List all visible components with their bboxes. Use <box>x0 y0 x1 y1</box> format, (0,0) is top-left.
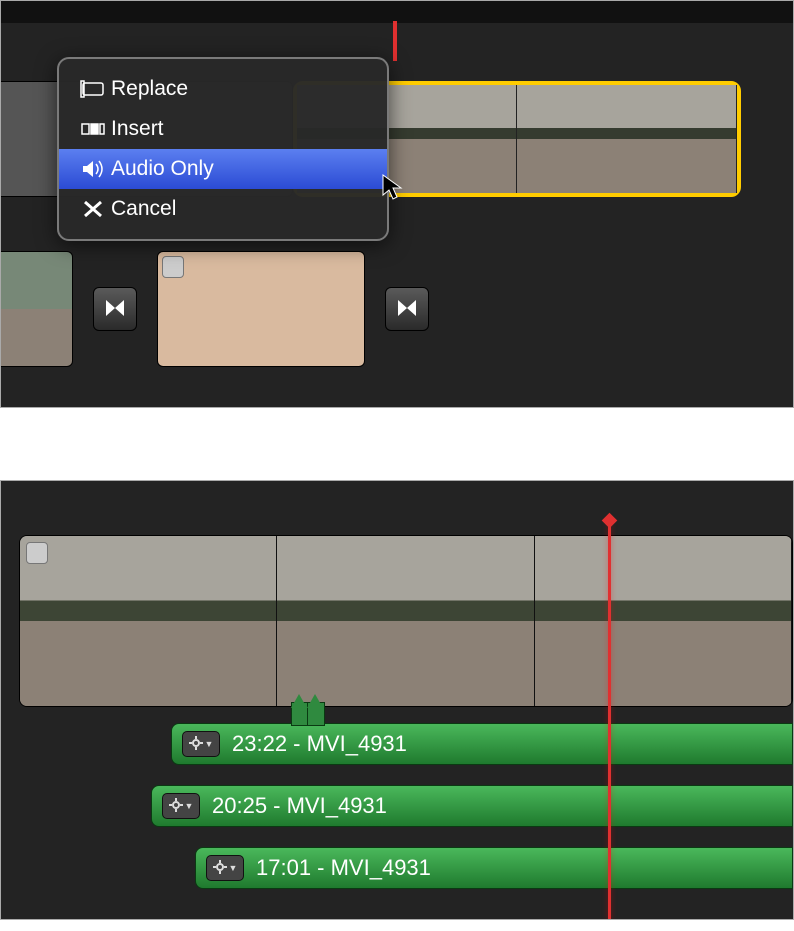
clip-action-menu-button[interactable]: ▼ <box>162 793 200 819</box>
transition-button[interactable] <box>93 287 137 331</box>
menu-item-audio-only[interactable]: Audio Only <box>59 149 387 189</box>
playhead-indicator[interactable] <box>608 521 611 920</box>
video-clip-strip[interactable] <box>19 535 793 707</box>
audio-track[interactable]: ▼ 17:01 - MVI_4931 <box>195 844 793 892</box>
menu-item-cancel[interactable]: Cancel <box>59 189 387 229</box>
gear-icon <box>213 860 227 877</box>
speaker-icon <box>75 158 111 180</box>
clip-pin-badge <box>26 542 48 564</box>
menu-item-replace[interactable]: Replace <box>59 69 387 109</box>
audio-clip-label: 23:22 - MVI_4931 <box>232 731 407 757</box>
filmstrip-top-edge <box>0 0 794 23</box>
gear-icon <box>189 736 203 753</box>
audio-clip-bar[interactable]: ▼ 23:22 - MVI_4931 <box>171 723 793 765</box>
transition-icon <box>395 296 419 323</box>
dropdown-triangle-icon: ▼ <box>185 801 194 811</box>
menu-item-label: Replace <box>111 77 371 101</box>
audio-tracks-container: ▼ 23:22 - MVI_4931 ▼ 20:25 - MVI_4931 <box>171 706 793 892</box>
clip-pin-badge <box>162 256 184 278</box>
clip-action-menu-button[interactable]: ▼ <box>206 855 244 881</box>
audio-clip-bar[interactable]: ▼ 20:25 - MVI_4931 <box>151 785 793 827</box>
audio-clip-label: 17:01 - MVI_4931 <box>256 855 431 881</box>
menu-item-label: Audio Only <box>111 157 371 181</box>
video-clip-thumb[interactable] <box>157 251 365 367</box>
video-frame-thumb <box>20 536 277 706</box>
dropdown-triangle-icon: ▼ <box>205 739 214 749</box>
transition-button[interactable] <box>385 287 429 331</box>
menu-item-insert[interactable]: Insert <box>59 109 387 149</box>
transition-icon <box>103 296 127 323</box>
menu-item-label: Insert <box>111 117 371 141</box>
menu-item-label: Cancel <box>111 197 371 221</box>
audio-clip-bar[interactable]: ▼ 17:01 - MVI_4931 <box>195 847 793 889</box>
clip-action-menu-button[interactable]: ▼ <box>182 731 220 757</box>
video-frame-thumb <box>535 536 792 706</box>
video-clip-thumb[interactable] <box>0 251 73 367</box>
audio-track[interactable]: ▼ 20:25 - MVI_4931 <box>151 782 793 830</box>
timeline-panel-bottom: ▼ 23:22 - MVI_4931 ▼ 20:25 - MVI_4931 <box>0 480 794 920</box>
replace-icon <box>75 78 111 100</box>
audio-track[interactable]: ▼ 23:22 - MVI_4931 <box>171 720 793 768</box>
video-clip-thumb[interactable] <box>517 85 737 193</box>
insert-icon <box>75 118 111 140</box>
timeline-row-2 <box>0 249 794 369</box>
dropdown-triangle-icon: ▼ <box>229 863 238 873</box>
timeline-panel-top: Replace Insert Audio Only Cancel <box>0 0 794 408</box>
mouse-cursor-icon <box>381 173 403 204</box>
close-x-icon <box>75 198 111 220</box>
gear-icon <box>169 798 183 815</box>
audio-clip-label: 20:25 - MVI_4931 <box>212 793 387 819</box>
playhead-indicator[interactable] <box>393 21 397 61</box>
audio-pin-icon <box>307 690 323 726</box>
audio-pin-icon <box>291 690 307 726</box>
drop-context-menu: Replace Insert Audio Only Cancel <box>57 57 389 241</box>
video-frame-thumb <box>277 536 534 706</box>
